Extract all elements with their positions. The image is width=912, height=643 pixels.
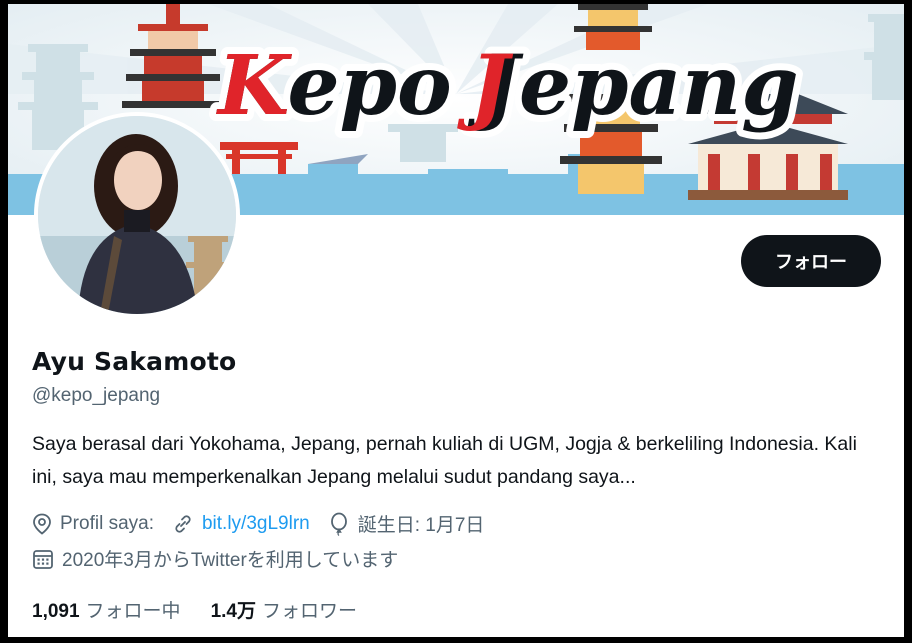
profile-card: Kepo Jepang Kepo Jepang K J フォロー Ayu Sak…	[8, 4, 904, 637]
profile-meta-row: Profil saya: bit.ly/3gL9lrn 誕生日: 1月7日	[32, 510, 502, 537]
bio-text: Saya berasal dari Yokohama, Jepang, pern…	[32, 433, 857, 488]
avatar[interactable]	[34, 112, 240, 318]
following-count: 1,091	[32, 601, 80, 622]
following-label: フォロー中	[85, 601, 181, 622]
followers-label: フォロワー	[261, 601, 357, 622]
following-stat[interactable]: 1,091 フォロー中	[32, 596, 181, 623]
balloon-icon	[330, 512, 347, 536]
joined-text: 2020年3月からTwitterを利用しています	[62, 550, 399, 571]
location-item: Profil saya:	[32, 513, 154, 535]
follow-button[interactable]: フォロー	[741, 235, 881, 287]
location-pin-icon	[33, 513, 51, 535]
follow-stats: 1,091 フォロー中 1.4万 フォロワー	[32, 596, 387, 623]
username: @kepo_jepang	[32, 385, 161, 406]
location-text: Profil saya:	[60, 512, 154, 534]
link-icon	[175, 514, 191, 533]
website-link[interactable]: bit.ly/3gL9lrn	[202, 513, 310, 535]
banner-logo: Kepo Jepang Kepo Jepang K J	[209, 31, 806, 141]
svg-text:K: K	[216, 38, 292, 134]
followers-stat[interactable]: 1.4万 フォロワー	[211, 596, 357, 623]
followers-count: 1.4万	[210, 601, 256, 622]
joined-row: 2020年3月からTwitterを利用しています	[32, 545, 398, 572]
website-item: bit.ly/3gL9lrn	[172, 513, 310, 535]
calendar-icon	[33, 549, 53, 569]
avatar-photo	[38, 116, 236, 314]
display-name: Ayu Sakamoto	[32, 347, 237, 376]
birthday-text: 誕生日: 1月7日	[357, 515, 485, 536]
birthday-item: 誕生日: 1月7日	[328, 510, 485, 537]
